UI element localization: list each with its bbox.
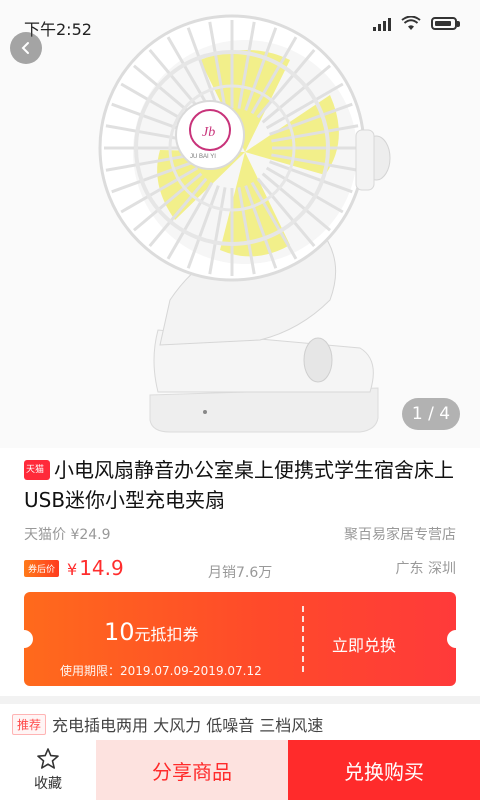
product-title-text: 小电风扇静音办公室桌上便携式学生宿舍床上USB迷你小型充电夹扇 xyxy=(24,458,454,512)
recommend-row: 推荐 充电插电两用 大风力 低噪音 三档风速 xyxy=(12,712,323,736)
coupon-divider xyxy=(302,606,304,672)
coupon-price-tag: 券后价 xyxy=(24,560,60,577)
share-product-button[interactable]: 分享商品 xyxy=(96,740,288,800)
price-currency: ¥ xyxy=(67,560,78,579)
recommend-text: 充电插电两用 大风力 低噪音 三档风速 xyxy=(52,716,324,735)
product-image-gallery[interactable]: Jb JU BAI YI 1 / 4 xyxy=(0,0,480,448)
coupon-card[interactable]: 10元抵扣券 立即兑换 使用期限：2019.07.09-2019.07.12 xyxy=(24,592,456,686)
favorite-label: 收藏 xyxy=(34,776,62,792)
shipping-location: 广东 深圳 xyxy=(395,561,456,577)
price-row: 天猫价 ¥24.9 聚百易家居专营店 xyxy=(24,524,456,544)
favorite-button[interactable]: 收藏 xyxy=(0,740,96,800)
status-bar: 下午2:52 xyxy=(0,0,480,48)
redeem-now-button[interactable]: 立即兑换 xyxy=(332,632,396,656)
signal-icon xyxy=(373,17,391,31)
bottom-action-bar: 收藏 分享商品 兑换购买 xyxy=(0,740,480,800)
coupon-amount: 10元抵扣券 xyxy=(104,618,199,646)
monthly-sales: 月销7.6万 xyxy=(208,565,273,581)
product-image: Jb JU BAI YI xyxy=(98,14,391,433)
tmall-price: 天猫价 ¥24.9 xyxy=(24,527,111,543)
coupon-validity: 使用期限：2019.07.09-2019.07.12 xyxy=(60,664,262,678)
recommend-label: 推荐 xyxy=(12,713,47,735)
wifi-icon xyxy=(401,16,421,30)
chevron-left-icon xyxy=(21,42,29,54)
redeem-buy-button[interactable]: 兑换购买 xyxy=(288,740,480,800)
product-title: 天猫 小电风扇静音办公室桌上便携式学生宿舍床上USB迷你小型充电夹扇 xyxy=(24,455,464,515)
status-icons xyxy=(373,16,460,31)
back-button[interactable] xyxy=(10,32,42,64)
gallery-page-indicator: 1 / 4 xyxy=(402,398,460,430)
store-name[interactable]: 聚百易家居专营店 xyxy=(344,524,456,544)
star-icon xyxy=(37,748,59,769)
svg-text:Jb: Jb xyxy=(202,125,215,140)
section-divider xyxy=(0,696,480,704)
battery-icon xyxy=(431,17,460,30)
tmall-badge: 天猫 xyxy=(24,460,50,480)
fan-logo-text: JU BAI YI xyxy=(190,154,216,160)
coupon-price: 14.9 xyxy=(79,556,124,580)
